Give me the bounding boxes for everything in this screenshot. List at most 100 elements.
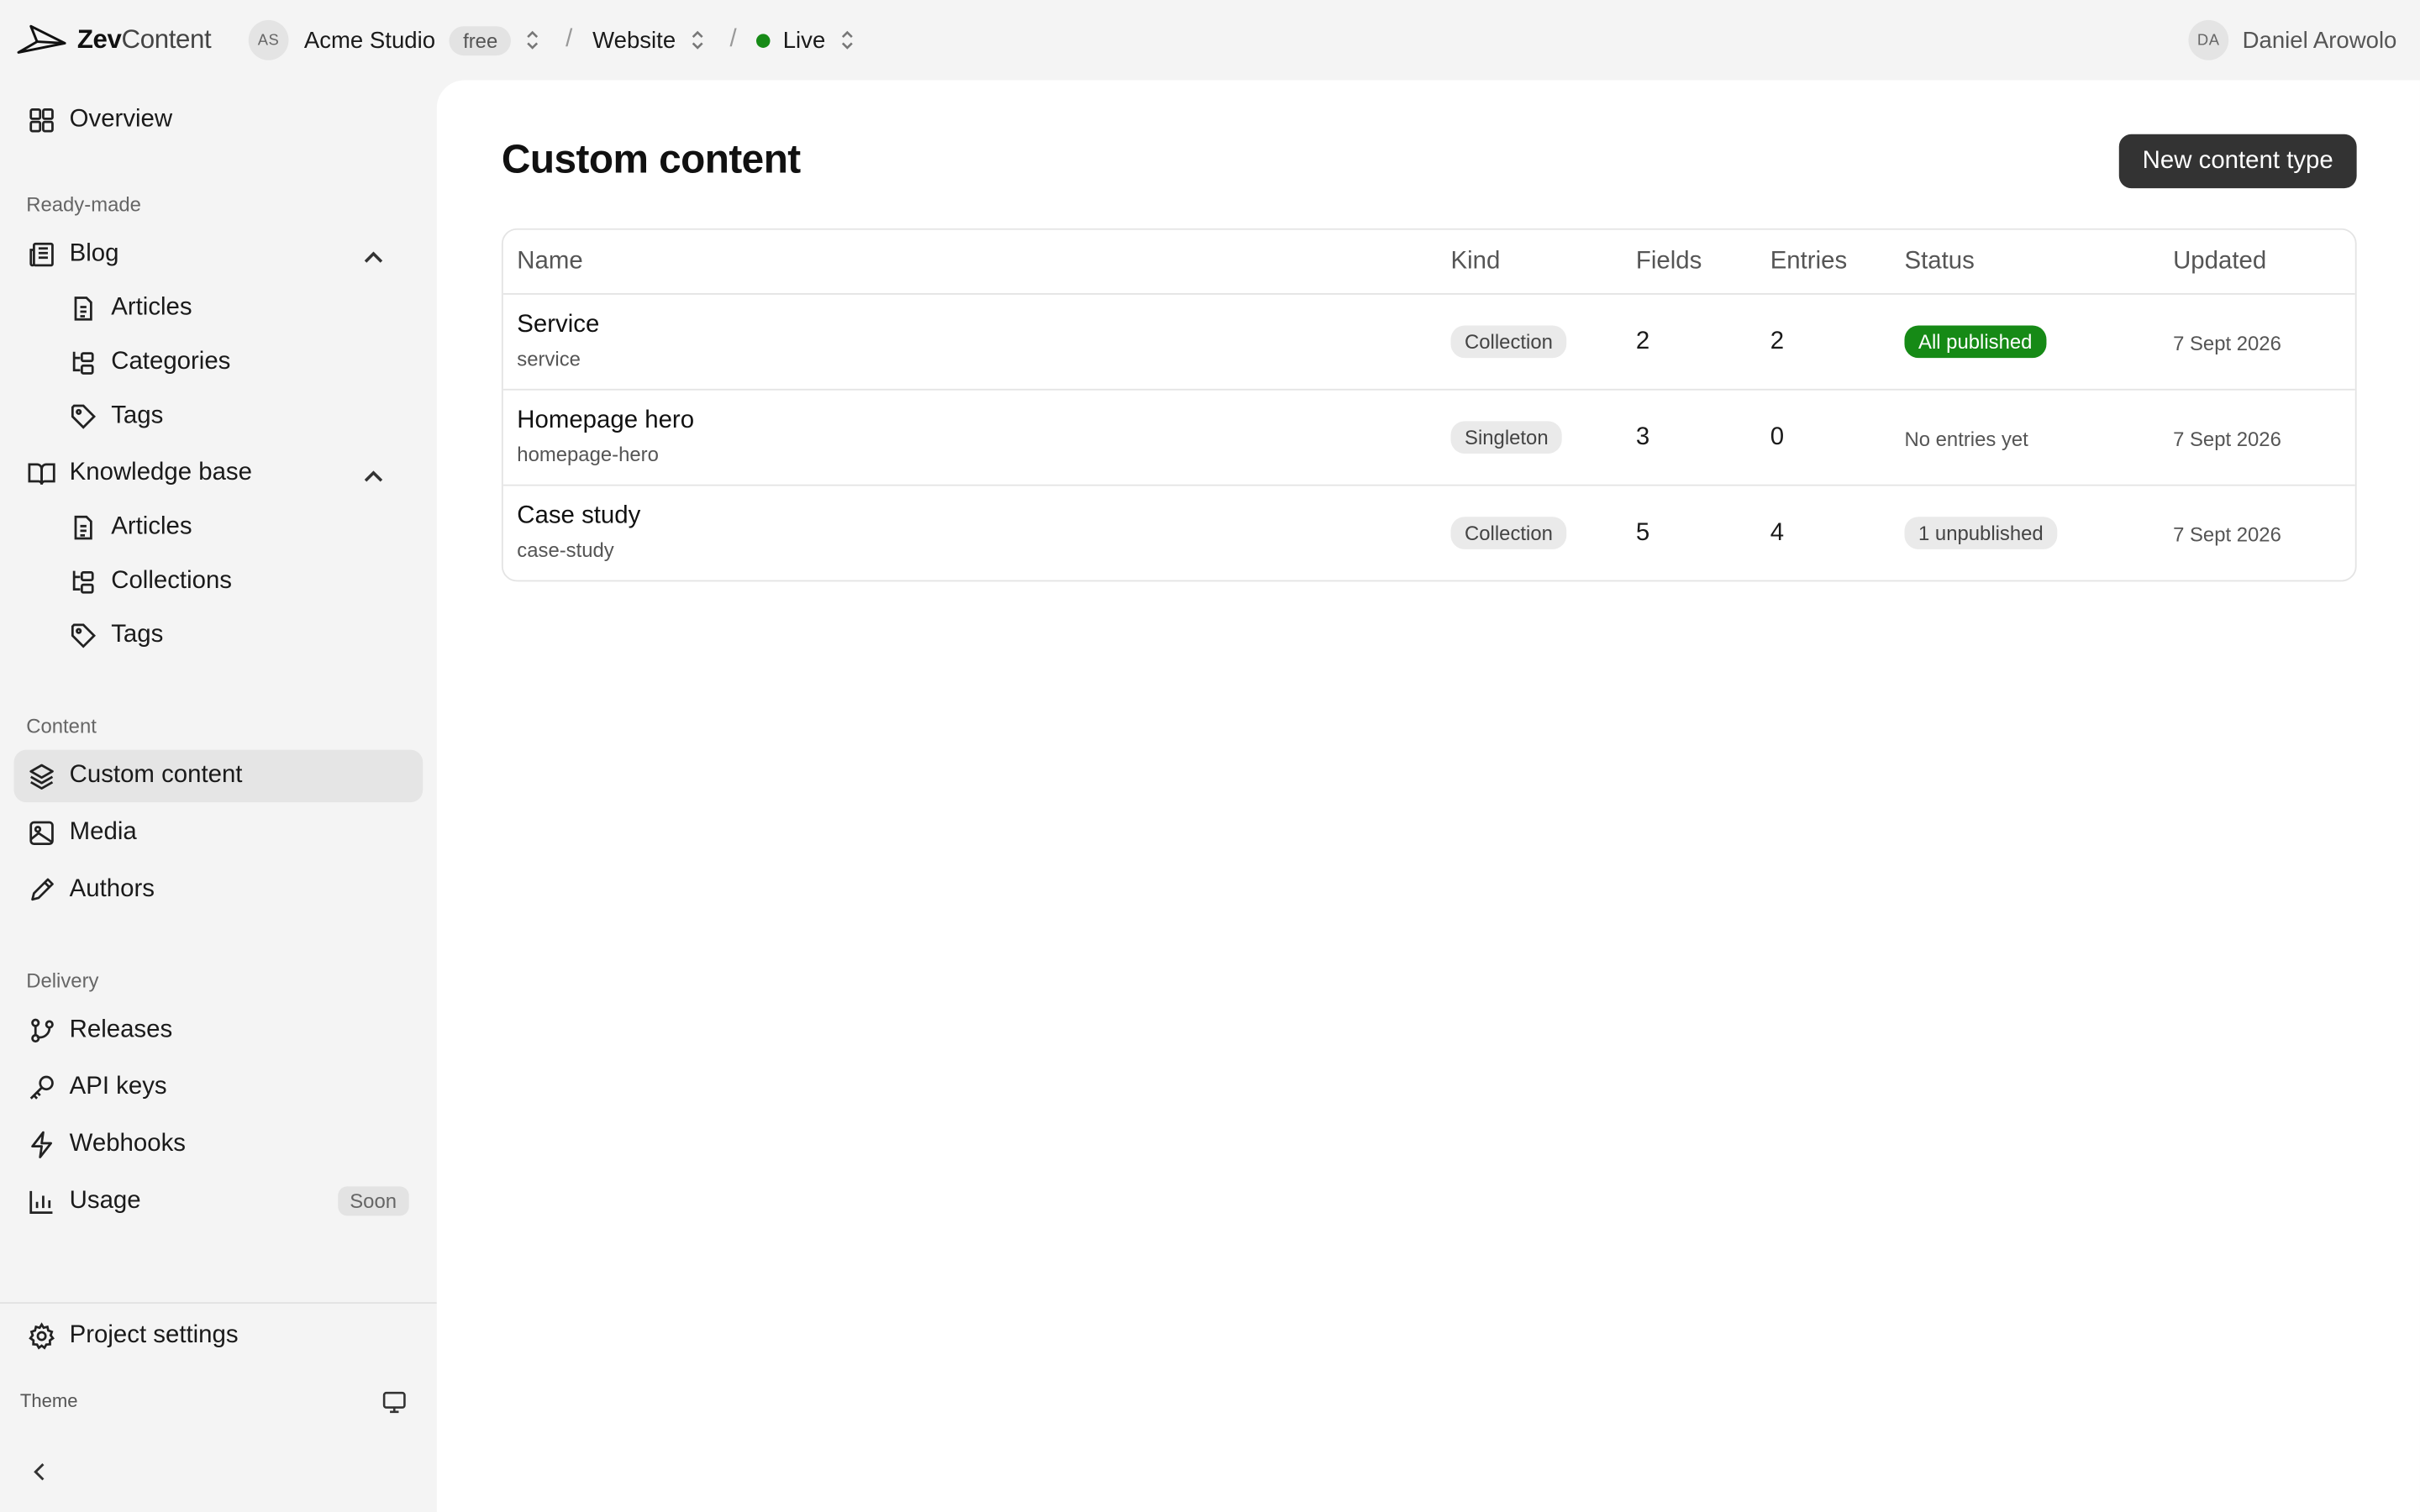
content-type-name[interactable]: Case study — [517, 503, 640, 531]
column-header-kind[interactable]: Kind — [1450, 249, 1500, 276]
fields-count: 3 — [1635, 424, 1650, 451]
column-header-status[interactable]: Status — [1904, 249, 1974, 276]
layers-icon — [29, 764, 54, 790]
newspaper-icon — [29, 242, 54, 267]
column-header-entries[interactable]: Entries — [1770, 249, 1847, 276]
sidebar-item-usage[interactable]: Usage Soon — [14, 1176, 424, 1228]
sidebar-item-label: Tags — [111, 622, 164, 648]
sidebar-item-overview[interactable]: Overview — [14, 94, 424, 146]
content-types-table: Name Kind Fields Entries Status Updated … — [501, 228, 2357, 582]
fields-count: 2 — [1635, 328, 1650, 355]
sidebar-item-blog-tags[interactable]: Tags — [55, 391, 423, 443]
sidebar-item-label: Blog — [69, 240, 119, 267]
sidebar-item-kb-articles[interactable]: Articles — [55, 501, 423, 554]
sidebar-item-blog[interactable]: Blog — [14, 228, 424, 281]
table-row[interactable]: Case study case-study Collection 5 4 1 u… — [503, 486, 2355, 580]
user-name: Daniel Arowolo — [2242, 27, 2397, 54]
sidebar-item-label: Webhooks — [69, 1131, 186, 1158]
app-root: ZevContent AS Acme Studio free / Website… — [0, 0, 2420, 1512]
chevron-up-icon[interactable] — [360, 244, 387, 271]
grid-icon — [29, 108, 54, 133]
new-content-type-button[interactable]: New content type — [2118, 134, 2357, 189]
sidebar-item-releases[interactable]: Releases — [14, 1005, 424, 1057]
environment-name[interactable]: Live — [783, 27, 826, 53]
tag-icon — [71, 404, 96, 429]
column-header-fields[interactable]: Fields — [1636, 249, 1702, 276]
brand-name-rest: Content — [121, 24, 212, 55]
status-badge: 1 unpublished — [1904, 517, 2058, 549]
breadcrumb-separator: / — [729, 26, 737, 53]
project-name[interactable]: Website — [592, 27, 676, 53]
bar-chart-icon — [29, 1190, 53, 1215]
column-header-name[interactable]: Name — [517, 249, 582, 276]
sidebar-item-label: Custom content — [69, 762, 243, 789]
updated-date: 7 Sept 2026 — [2173, 331, 2281, 355]
document-icon — [74, 297, 92, 321]
sidebar-item-authors[interactable]: Authors — [14, 864, 424, 916]
sidebar-item-label: Articles — [111, 513, 192, 540]
sidebar-item-label: Media — [69, 819, 137, 846]
org-name[interactable]: Acme Studio — [304, 27, 435, 53]
chevron-up-icon[interactable] — [360, 463, 387, 491]
sidebar-item-api-keys[interactable]: API keys — [14, 1062, 424, 1114]
table-row[interactable]: Homepage hero homepage-hero Singleton 3 … — [502, 391, 2355, 486]
breadcrumb-separator: / — [566, 26, 573, 53]
org-avatar: AS — [248, 19, 289, 60]
sidebar-item-label: Knowledge base — [69, 459, 252, 486]
org-switcher-icon[interactable] — [523, 29, 542, 51]
environment-switcher-icon[interactable] — [838, 29, 856, 51]
image-icon — [29, 821, 54, 846]
theme-label: Theme — [19, 1389, 78, 1412]
open-book-icon — [28, 463, 55, 485]
section-label-content: Content — [26, 714, 97, 738]
sidebar-item-label: Tags — [111, 402, 164, 429]
sidebar-item-media[interactable]: Media — [14, 807, 424, 859]
brand-logo[interactable]: ZevContent — [15, 22, 212, 59]
sidebar-item-webhooks[interactable]: Webhooks — [14, 1119, 424, 1171]
sidebar-item-knowledge-base[interactable]: Knowledge base — [14, 448, 424, 500]
paper-plane-logo-icon — [17, 24, 66, 54]
kind-badge: Singleton — [1450, 421, 1563, 454]
updated-date: 7 Sept 2026 — [2173, 522, 2281, 547]
sidebar-item-project-settings[interactable]: Project settings — [14, 1310, 424, 1362]
monitor-icon[interactable] — [381, 1389, 408, 1415]
plan-badge: free — [449, 25, 512, 55]
sidebar-item-label: Collections — [111, 567, 232, 595]
entries-count: 4 — [1770, 519, 1785, 547]
git-branch-icon — [31, 1018, 54, 1043]
content-type-slug: case-study — [517, 538, 614, 562]
table-header: Name Kind Fields Entries Status Updated — [502, 230, 2355, 295]
entries-count: 0 — [1770, 424, 1785, 451]
section-label-delivery: Delivery — [26, 969, 99, 992]
document-icon — [74, 515, 92, 540]
sidebar-item-label: API keys — [69, 1074, 167, 1100]
environment-status-dot — [756, 33, 771, 48]
sidebar-item-kb-tags[interactable]: Tags — [55, 609, 423, 661]
folder-tree-icon — [72, 570, 94, 594]
entries-count: 2 — [1770, 328, 1785, 355]
kind-badge: Collection — [1450, 325, 1567, 359]
brand-name: ZevContent — [77, 24, 212, 55]
sidebar-item-label: Articles — [111, 294, 192, 322]
chevron-left-icon[interactable] — [28, 1460, 52, 1484]
sidebar-item-blog-articles[interactable]: Articles — [55, 282, 423, 334]
user-menu[interactable]: DA Daniel Arowolo — [2188, 19, 2397, 60]
updated-date: 7 Sept 2026 — [2173, 427, 2281, 451]
sidebar-item-kb-collections[interactable]: Collections — [55, 555, 423, 607]
table-row[interactable]: Service service Collection 2 2 All publi… — [502, 295, 2355, 391]
lightning-icon — [31, 1131, 52, 1158]
brand-name-bold: Zev — [76, 24, 122, 55]
column-header-updated[interactable]: Updated — [2173, 249, 2266, 276]
content-type-name[interactable]: Service — [517, 312, 599, 339]
breadcrumb: AS Acme Studio free / Website / Live — [248, 19, 856, 60]
sidebar-item-label: Authors — [69, 876, 155, 903]
sidebar-item-label: Usage — [69, 1188, 141, 1215]
page-title: Custom content — [501, 135, 801, 182]
tag-icon — [71, 623, 96, 648]
sidebar-item-blog-categories[interactable]: Categories — [55, 336, 423, 388]
project-switcher-icon[interactable] — [688, 29, 707, 51]
status-text: No entries yet — [1904, 427, 2028, 451]
key-icon — [29, 1075, 54, 1100]
content-type-name[interactable]: Homepage hero — [517, 407, 694, 435]
sidebar-item-custom-content[interactable]: Custom content — [13, 749, 424, 803]
